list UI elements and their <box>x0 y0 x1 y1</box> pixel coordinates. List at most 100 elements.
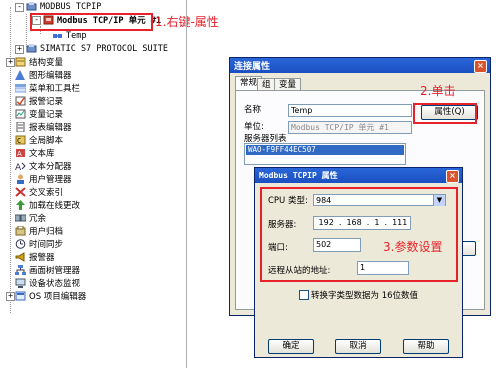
tree-item-label: 用户管理器 <box>29 174 72 185</box>
ip-octet[interactable]: 111 <box>392 217 407 229</box>
redundancy-icon <box>14 213 27 223</box>
close-icon[interactable]: × <box>446 170 459 183</box>
dialog-title: 连接属性 <box>234 62 271 72</box>
tree-item-label: 文本分配器 <box>29 161 72 172</box>
slave-address-input[interactable]: 1 <box>357 261 409 275</box>
cpu-type-label: CPU 类型: <box>268 196 308 206</box>
tree-item-time-sync[interactable]: 时间同步 <box>15 237 63 250</box>
tree-item-global-script[interactable]: C 全局脚本 <box>15 133 63 146</box>
tree-item-temp[interactable]: Temp <box>52 29 86 42</box>
server-label: 服务器: <box>268 220 297 230</box>
graphics-icon <box>15 69 26 80</box>
tree-item-modbus-tcpip[interactable]: MODBUS TCPIP <box>26 0 101 13</box>
annotation-step3: 3.参数设置 <box>383 240 443 254</box>
port-input[interactable]: 502 <box>313 238 361 252</box>
tree-item-label: 报警器 <box>29 252 55 263</box>
close-icon[interactable]: × <box>474 60 487 73</box>
tree-item-label: 用户归档 <box>29 226 64 237</box>
dialog-titlebar[interactable]: 连接属性 × <box>230 58 490 73</box>
tree-item-label: 报表编辑器 <box>29 122 72 133</box>
cpu-type-select[interactable]: 984 ▼ <box>313 194 446 206</box>
expand-toggle[interactable]: + <box>6 292 15 301</box>
slave-address-label: 远程从站的地址: <box>268 266 331 276</box>
unit-field: Modbus TCP/IP 单元 #1 <box>288 121 412 134</box>
dialog-titlebar[interactable]: Modbus TCPIP 属性 × <box>255 168 462 183</box>
device-status-icon <box>15 278 26 288</box>
load-changes-icon <box>15 199 26 210</box>
highlight-box-step2 <box>413 103 477 124</box>
channel-icon <box>26 1 37 12</box>
tag-log-icon <box>15 109 26 119</box>
tree-item-report-designer[interactable]: 报表编辑器 <box>15 120 72 133</box>
collapse-toggle[interactable]: - <box>15 3 24 12</box>
tree-item-label: 加载在线更改 <box>29 200 81 211</box>
report-icon <box>15 121 26 132</box>
highlight-box-step1 <box>30 13 153 31</box>
text-library-icon: A <box>15 148 26 158</box>
tree-item-horn[interactable]: 报警器 <box>15 250 55 263</box>
port-label: 端口: <box>268 243 288 253</box>
alarm-log-icon <box>15 96 26 106</box>
swap-word-label: 转换字类型数据为 16位数值 <box>311 291 419 301</box>
tree-item-graphics-designer[interactable]: 图形编辑器 <box>15 68 72 81</box>
tree-item-load-online-changes[interactable]: 加载在线更改 <box>15 198 80 211</box>
tree-item-text-library[interactable]: A 文本库 <box>15 146 55 159</box>
ip-octet[interactable]: 1 <box>374 217 379 229</box>
tree-item-label: 报警记录 <box>29 96 64 107</box>
expand-toggle[interactable]: + <box>6 58 15 67</box>
tree-item-label: 变量记录 <box>29 109 64 120</box>
help-button[interactable]: 帮助 <box>403 339 449 354</box>
user-admin-icon <box>15 174 26 184</box>
svg-text:A: A <box>15 163 22 171</box>
horn-icon <box>15 251 26 262</box>
ip-octet[interactable]: 192 <box>319 217 334 229</box>
cancel-button[interactable]: 取消 <box>335 339 381 354</box>
channel-icon <box>26 43 37 54</box>
tree-item-user-archive[interactable]: 用户归档 <box>15 224 63 237</box>
tree-item-label: 交叉索引 <box>29 187 64 198</box>
swap-word-checkbox[interactable] <box>299 290 309 300</box>
tree-item-user-administrator[interactable]: 用户管理器 <box>15 172 72 185</box>
tree-item-label: 全局脚本 <box>29 135 64 146</box>
menu-icon <box>14 83 27 93</box>
server-list-item[interactable]: WAO-F9FF44EC507 <box>246 145 404 155</box>
cross-reference-icon <box>15 186 26 197</box>
dialog-title: Modbus TCPIP 属性 <box>259 171 338 180</box>
ok-button[interactable]: 确定 <box>268 339 314 354</box>
tree-item-label: 结构变量 <box>29 57 64 68</box>
svg-text:A: A <box>17 150 22 158</box>
tree-item-label: 冗余 <box>29 213 47 224</box>
ip-octet[interactable]: 168 <box>346 217 361 229</box>
tree-item-label: 文本库 <box>29 148 55 159</box>
os-project-icon <box>15 291 26 301</box>
tree-item-label: 时间同步 <box>29 239 64 250</box>
name-label: 名称 <box>244 105 262 115</box>
tree-item-label: 设备状态监视 <box>29 278 81 289</box>
pane-divider[interactable] <box>186 0 187 368</box>
tree-item-redundancy[interactable]: 冗余 <box>14 211 47 224</box>
user-archive-icon <box>15 225 26 236</box>
tree-item-os-project-editor[interactable]: OS 项目编辑器 <box>15 289 86 302</box>
tree-item-device-status[interactable]: 设备状态监视 <box>15 276 80 289</box>
modbus-properties-dialog: Modbus TCPIP 属性 × CPU 类型: 984 ▼ 服务器: 192… <box>254 167 463 358</box>
tree-item-simatic-s7[interactable]: SIMATIC S7 PROTOCOL SUITE <box>26 42 168 55</box>
chevron-down-icon[interactable]: ▼ <box>433 195 445 206</box>
tree-item-text-distributor[interactable]: A 文本分配器 <box>15 159 72 173</box>
tree-item-label: 画面树管理器 <box>29 265 81 276</box>
tree-item-alarm-logging[interactable]: 报警记录 <box>15 94 63 107</box>
name-input[interactable]: Temp <box>288 104 412 117</box>
tree-item-tag-logging[interactable]: 变量记录 <box>15 107 63 120</box>
tree-item-label: MODBUS TCPIP <box>40 1 102 12</box>
tree-connector <box>10 7 11 313</box>
clock-icon <box>15 238 26 249</box>
tree-item-picture-tree-manager[interactable]: 画面树管理器 <box>15 263 80 276</box>
unit-label: 单位: <box>244 122 264 132</box>
tree-item-menus-toolbars[interactable]: 菜单和工具栏 <box>14 81 80 94</box>
server-list[interactable]: WAO-F9FF44EC507 <box>244 143 406 165</box>
tree-item-struct-tags[interactable]: 结构变量 <box>15 55 63 68</box>
server-ip-input[interactable]: 192. 168. 1. 111 <box>313 216 411 230</box>
tree-item-cross-reference[interactable]: 交叉索引 <box>15 185 63 198</box>
tree-item-label: OS 项目编辑器 <box>29 291 87 302</box>
tree-item-label: 图形编辑器 <box>29 70 72 81</box>
expand-toggle[interactable]: + <box>15 45 24 54</box>
